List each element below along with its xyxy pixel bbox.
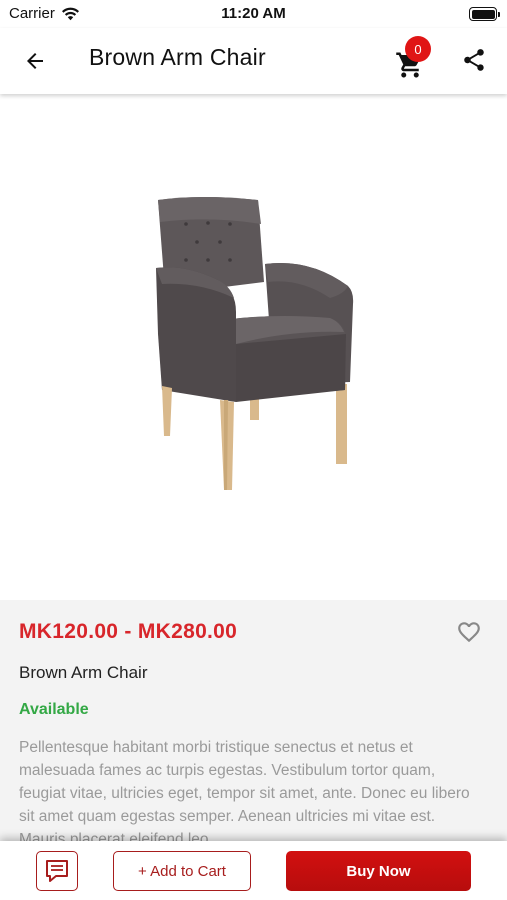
back-button[interactable] — [20, 46, 50, 76]
cart-count-badge: 0 — [405, 36, 431, 62]
bottom-action-bar: + Add to Cart Buy Now — [0, 841, 507, 900]
status-bar: Carrier 11:20 AM — [0, 0, 507, 28]
product-description: Pellentesque habitant morbi tristique se… — [19, 739, 470, 841]
back-arrow-icon — [27, 53, 43, 69]
product-details: MK120.00 - MK280.00 Brown Arm Chair Avai… — [0, 600, 507, 841]
buy-now-button[interactable]: Buy Now — [286, 851, 471, 891]
price-range: MK120.00 - MK280.00 — [19, 620, 238, 643]
favorite-button[interactable] — [455, 619, 485, 647]
share-icon — [464, 49, 484, 71]
heart-icon — [458, 622, 480, 643]
availability-status: Available — [19, 701, 89, 718]
page-title: Brown Arm Chair — [89, 44, 266, 70]
chat-icon — [46, 860, 68, 882]
add-to-cart-button[interactable]: + Add to Cart — [113, 851, 251, 891]
chat-button[interactable] — [36, 851, 78, 891]
product-name: Brown Arm Chair — [19, 663, 148, 682]
share-button[interactable] — [459, 45, 489, 75]
battery-icon — [469, 7, 500, 21]
app-bar: Brown Arm Chair — [0, 28, 507, 94]
battery-level — [471, 9, 495, 19]
product-image-gallery[interactable] — [0, 94, 507, 675]
status-time: 11:20 AM — [221, 5, 286, 22]
product-image — [156, 197, 354, 490]
